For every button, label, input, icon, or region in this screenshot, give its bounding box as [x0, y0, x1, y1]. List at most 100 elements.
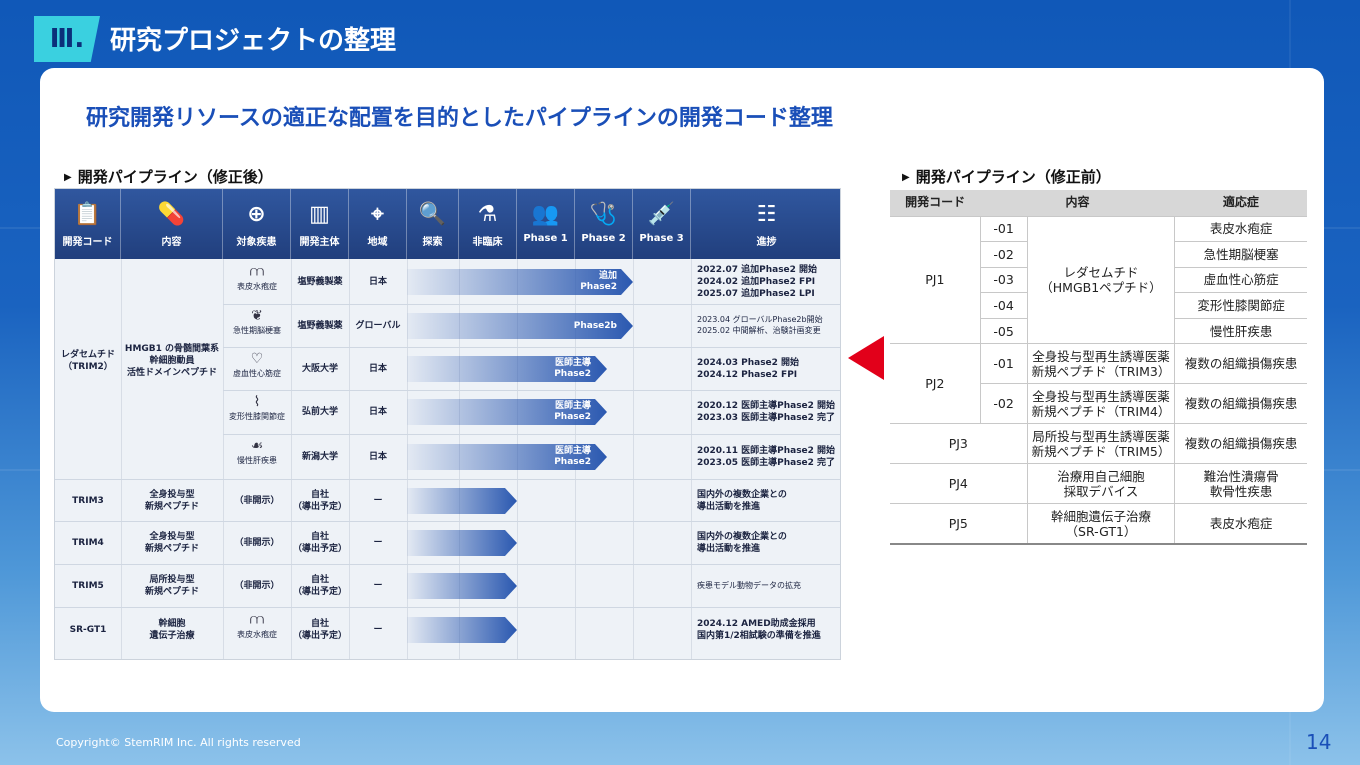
pj5-disease: 表皮水疱症 [1174, 503, 1307, 545]
pj4-code: PJ4 [890, 463, 1028, 505]
pj1-sub: -05 [980, 318, 1028, 345]
pj2-disease: 複数の組織損傷疾患 [1174, 383, 1307, 425]
knee-icon: ⌇ [253, 394, 261, 410]
phase-arrow-row1: 追加 Phase2 [407, 269, 633, 295]
pipeline-after-chart: 📋 開発コード 💊 内容 ⊕ 対象疾患 ▥ 開発主体 ⌖ 地域 🔍 探索 ⚗ 非臨床 👥 Pha… [54, 188, 841, 660]
phase-arrow-trim3 [407, 488, 517, 514]
clipboard-icon: 📋 [73, 202, 102, 227]
disease-eb: ⩋ 表皮水疱症 [223, 263, 291, 292]
header-content: 💊 内容 [121, 189, 223, 259]
phase-arrow-row5: 医師主導 Phase2 [407, 444, 607, 470]
page-number: 14 [1306, 730, 1332, 754]
disease-liver: ☙ 慢性肝疾患 [223, 437, 291, 466]
org-row3: 大阪大学 [301, 364, 338, 374]
content-card: 研究開発リソースの適正な配置を目的としたパイプラインの開発コード整理 開発パイプ… [40, 68, 1324, 712]
progress-trim3: 国内外の複数企業との 導出活動を推進 [697, 490, 787, 512]
pj1-disease: 急性期脳梗塞 [1174, 241, 1307, 268]
pj1-disease: 慢性肝疾患 [1174, 318, 1307, 345]
th-content: 内容 [980, 190, 1175, 217]
heart-icon: ♡ [250, 351, 264, 367]
code-trim2: レダセムチド （TRIM2） [60, 350, 115, 372]
brain-icon: ❦ [251, 308, 263, 324]
pj1-sub: -03 [980, 267, 1028, 294]
pill-icon: 💊 [157, 202, 186, 227]
header-phase2: 🩺 Phase 2 [575, 189, 633, 259]
comparison-arrow-icon [848, 336, 884, 380]
content-trim4: 全身投与型 新規ペプチド [144, 532, 199, 554]
pj5-content: 幹細胞遺伝子治療 （SR-GT1） [1027, 503, 1176, 545]
content-trim5: 局所投与型 新規ペプチド [144, 575, 199, 597]
progress-row2: 2023.04 グローバルPhase2b開始 2025.02 中間解析、治験計画… [697, 315, 823, 335]
progress-row5: 2020.11 医師主導Phase2 開始 2023.05 医師主導Phase2… [697, 446, 836, 468]
disease-srgt1: ⩋ 表皮水疱症 [223, 611, 291, 640]
org-srgt1: 自社 （導出予定） [292, 619, 347, 641]
header-org: ▥ 開発主体 [291, 189, 349, 259]
pj3-disease: 複数の組織損傷疾患 [1174, 423, 1307, 465]
pj3-code: PJ3 [890, 423, 1028, 465]
pj3-content: 局所投与型再生誘導医薬 新規ペプチド（TRIM5） [1027, 423, 1176, 465]
section-title: 研究プロジェクトの整理 [110, 26, 397, 56]
pj2-disease: 複数の組織損傷疾患 [1174, 343, 1307, 385]
region-row4: 日本 [368, 407, 387, 417]
region-row2: グローバル [355, 321, 401, 331]
progress-trim4: 国内外の複数企業との 導出活動を推進 [697, 532, 787, 554]
pj2-sub: -01 [980, 343, 1028, 385]
progress-row3: 2024.03 Phase2 開始 2024.12 Phase2 FPI [697, 358, 800, 380]
th-code: 開発コード [890, 190, 981, 217]
code-trim4: TRIM4 [72, 538, 104, 548]
pj1-content: レダセムチド （HMGB1ペプチド） [1027, 216, 1176, 345]
phase-arrow-row4: 医師主導 Phase2 [407, 399, 607, 425]
disease-cardio: ♡ 虚血性心筋症 [223, 350, 291, 379]
region-row1: 日本 [368, 277, 387, 287]
disease-stroke: ❦ 急性期脳梗塞 [223, 307, 291, 336]
content-srgt1: 幹細胞 遺伝子治療 [149, 619, 195, 641]
header-nonclinical: ⚗ 非臨床 [459, 189, 517, 259]
header-phase1: 👥 Phase 1 [517, 189, 575, 259]
magnifier-icon: 🔍 [418, 202, 447, 227]
slide-subtitle: 研究開発リソースの適正な配置を目的としたパイプラインの開発コード整理 [86, 106, 833, 131]
org-row2: 塩野義製薬 [297, 321, 343, 331]
content-trim3: 全身投与型 新規ペプチド [144, 490, 199, 512]
people-icon: 👥 [531, 202, 560, 227]
region-trim4: ー [373, 538, 383, 548]
th-indication: 適応症 [1174, 190, 1307, 217]
header-progress: ☷ 進捗 [691, 189, 840, 259]
pipeline-header: 📋 開発コード 💊 内容 ⊕ 対象疾患 ▥ 開発主体 ⌖ 地域 🔍 探索 ⚗ 非臨床 👥 Pha… [55, 189, 840, 259]
disease-trim3: （非開示） [234, 496, 280, 506]
pj4-disease: 難治性潰瘍骨 軟骨性疾患 [1174, 463, 1307, 505]
pj2-sub: -02 [980, 383, 1028, 425]
phase-arrow-srgt1 [407, 617, 517, 643]
label-pipeline-after: 開発パイプライン（修正後） [64, 166, 273, 187]
org-row5: 新潟大学 [301, 452, 338, 462]
progress-srgt1: 2024.12 AMED助成金採用 国内第1/2相試験の準備を推進 [697, 619, 821, 641]
medical-cross-icon: ⊕ [247, 202, 266, 227]
header-disease: ⊕ 対象疾患 [223, 189, 291, 259]
pj4-content: 治療用自己細胞 採取デバイス [1027, 463, 1176, 505]
pj2-code: PJ2 [890, 343, 981, 425]
pj1-sub: -01 [980, 216, 1028, 243]
skin-icon: ⩋ [249, 612, 265, 628]
map-icon: ⌖ [371, 202, 384, 227]
header-code: 📋 開発コード [55, 189, 121, 259]
pipeline-before-table: 開発コード 内容 適応症 PJ1 -01 レダセムチド （HMGB1ペプチド） … [890, 190, 1307, 545]
pj1-sub: -02 [980, 241, 1028, 268]
org-row4: 弘前大学 [301, 407, 338, 417]
pj1-disease: 表皮水疱症 [1174, 216, 1307, 243]
phase-arrow-row2: Phase2b [407, 313, 633, 339]
phase-arrow-trim5 [407, 573, 517, 599]
content-trim2: HMGB1 の骨髄間葉系 幹細胞動員 活性ドメインペプチド [124, 344, 220, 378]
flask-icon: ⚗ [477, 202, 498, 227]
header-phase3: 💉 Phase 3 [633, 189, 691, 259]
progress-trim5: 疾患モデル動物データの拡充 [697, 581, 801, 590]
pj2-content: 全身投与型再生誘導医薬 新規ペプチド（TRIM4） [1027, 383, 1176, 425]
code-trim5: TRIM5 [72, 581, 104, 591]
disease-trim4: （非開示） [234, 538, 280, 548]
org-trim3: 自社 （導出予定） [292, 490, 347, 512]
region-srgt1: ー [373, 625, 383, 635]
header-discovery: 🔍 探索 [407, 189, 459, 259]
pj1-disease: 虚血性心筋症 [1174, 267, 1307, 294]
skin-icon: ⩋ [249, 264, 265, 280]
phase-arrow-row3: 医師主導 Phase2 [407, 356, 607, 382]
region-trim5: ー [373, 581, 383, 591]
progress-row1: 2022.07 追加Phase2 開始 2024.02 追加Phase2 FPI… [697, 265, 818, 299]
